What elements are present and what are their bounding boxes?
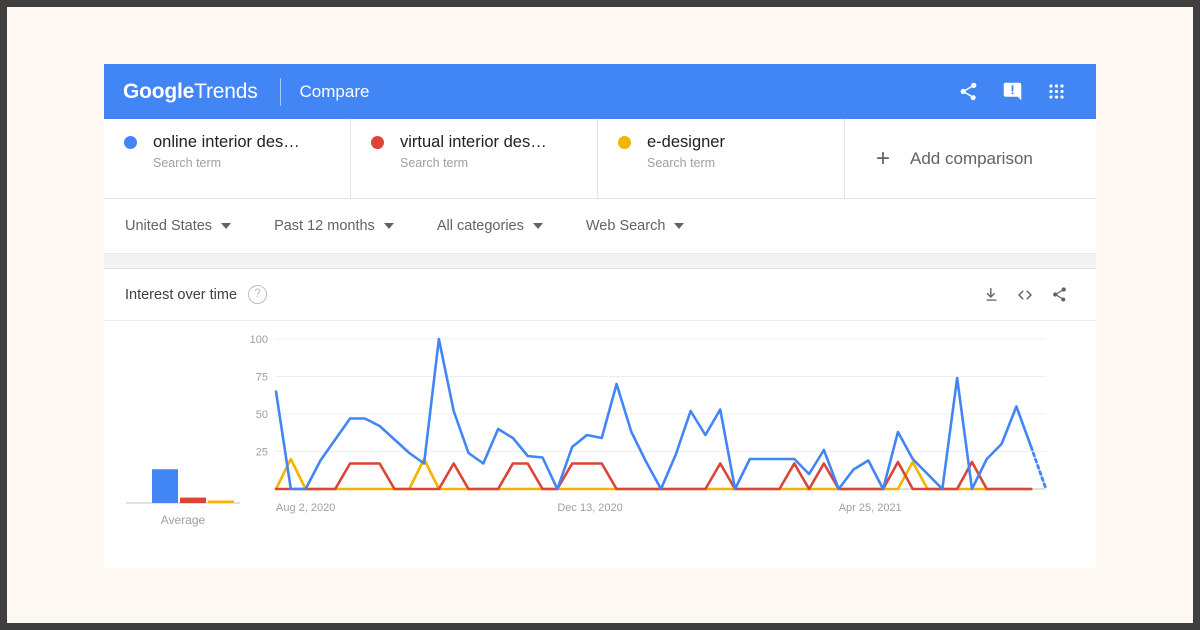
filter-category[interactable]: All categories <box>437 218 543 234</box>
series-color-dot <box>124 136 137 149</box>
search-term-type: Search term <box>400 156 469 170</box>
svg-text:75: 75 <box>256 372 268 384</box>
card-actions <box>974 280 1076 310</box>
filter-location[interactable]: United States <box>125 218 232 234</box>
app-header: GoogleTrends Compare <box>104 64 1096 119</box>
section-gap <box>104 254 1096 269</box>
logo-google-text: Google <box>123 79 195 103</box>
card-header: Interest over time ? <box>104 269 1096 321</box>
help-icon[interactable]: ? <box>248 285 268 304</box>
feedback-icon[interactable] <box>990 70 1034 114</box>
embed-code-icon[interactable] <box>1008 280 1042 310</box>
svg-text:25: 25 <box>256 447 268 459</box>
page-background: GoogleTrends Compare online interior des… <box>7 7 1193 623</box>
series-color-dot <box>618 136 631 149</box>
google-trends-logo[interactable]: GoogleTrends <box>123 80 258 104</box>
chevron-down-icon <box>532 223 543 229</box>
google-trends-window: GoogleTrends Compare online interior des… <box>104 64 1096 568</box>
term-header: virtual interior des… <box>371 133 597 152</box>
share-icon[interactable] <box>946 70 990 114</box>
apps-grid-icon[interactable] <box>1034 70 1078 114</box>
filter-category-label: All categories <box>436 218 524 234</box>
search-term-chip-3[interactable]: e-designer Search term <box>598 119 845 198</box>
search-term-chip-2[interactable]: virtual interior des… Search term <box>351 119 598 198</box>
svg-text:Aug 2, 2020: Aug 2, 2020 <box>276 502 335 514</box>
chevron-down-icon <box>674 223 685 229</box>
interest-over-time-chart[interactable]: 25 50 75 100 Aug 2, 2020 Dec 13, 2020 Apr 25, … <box>234 321 1064 521</box>
search-term-label: e-designer <box>647 133 725 151</box>
search-term-chip-1[interactable]: online interior des… Search term <box>104 119 351 198</box>
logo-trends-text: Trends <box>194 79 258 103</box>
header-actions <box>946 70 1096 114</box>
filter-search-type-label: Web Search <box>585 218 666 234</box>
series-color-dot <box>371 136 384 149</box>
card-title: Interest over time <box>125 286 238 303</box>
share-icon[interactable] <box>1042 280 1076 310</box>
search-terms-row: online interior des… Search term virtual… <box>104 119 1096 199</box>
svg-text:50: 50 <box>256 409 268 421</box>
search-term-type: Search term <box>647 156 716 170</box>
add-comparison-button[interactable]: + Add comparison <box>845 119 1096 198</box>
term-header: e-designer <box>618 133 844 152</box>
search-term-label: online interior des… <box>153 133 300 151</box>
svg-text:100: 100 <box>250 334 268 346</box>
filter-time-range-label: Past 12 months <box>274 218 375 234</box>
average-bar-chart: Average <box>118 321 248 559</box>
average-label: Average <box>160 513 206 527</box>
chevron-down-icon <box>221 223 232 229</box>
page-title: Compare <box>299 81 370 101</box>
search-term-type: Search term <box>153 156 222 170</box>
chevron-down-icon <box>383 223 394 229</box>
interest-over-time-card: Interest over time ? Average 25 50 75 10… <box>104 269 1096 559</box>
svg-text:Dec 13, 2020: Dec 13, 2020 <box>557 502 622 514</box>
chart-body: Average 25 50 75 100 Aug 2, 2020 Dec 13, 2020… <box>104 321 1096 559</box>
search-term-label: virtual interior des… <box>400 133 547 151</box>
download-icon[interactable] <box>974 280 1008 310</box>
average-bar-chart-svg <box>126 469 240 504</box>
svg-text:Apr 25, 2021: Apr 25, 2021 <box>839 502 902 514</box>
add-comparison-label: Add comparison <box>910 148 1033 168</box>
filters-row: United States Past 12 months All categor… <box>104 199 1096 254</box>
filter-time-range[interactable]: Past 12 months <box>274 218 394 234</box>
filter-search-type[interactable]: Web Search <box>586 218 685 234</box>
header-divider <box>279 77 281 106</box>
filter-location-label: United States <box>125 218 213 234</box>
plus-icon: + <box>876 144 891 172</box>
term-header: online interior des… <box>124 133 350 152</box>
